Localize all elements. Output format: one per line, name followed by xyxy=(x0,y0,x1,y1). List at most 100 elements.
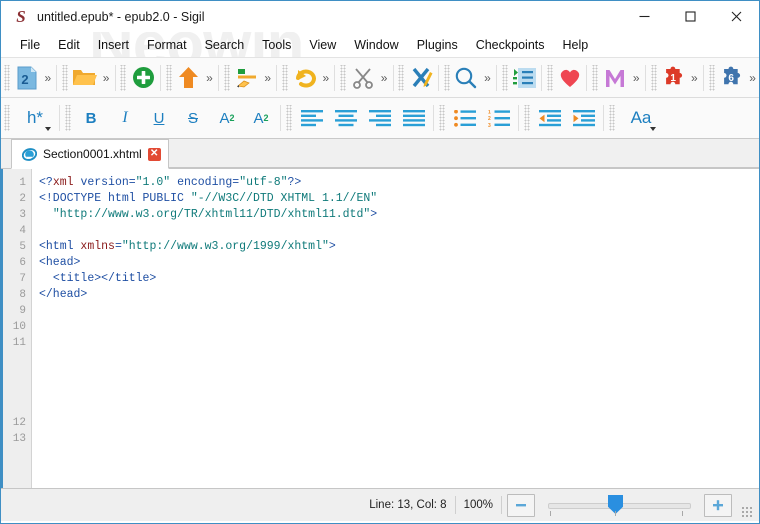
strikethrough-button[interactable]: S xyxy=(176,101,210,135)
overflow-chevron-icon[interactable]: » xyxy=(630,61,643,95)
toolbar-grip[interactable] xyxy=(651,65,657,91)
overflow-chevron-icon[interactable]: » xyxy=(100,61,113,95)
zoom-in-button[interactable] xyxy=(704,494,732,517)
toolbar-separator xyxy=(645,65,646,91)
italic-button[interactable]: I xyxy=(108,101,142,135)
new-epub2-button[interactable]: 2 xyxy=(12,61,41,95)
bold-button[interactable]: B xyxy=(74,101,108,135)
metadata-editor-button[interactable] xyxy=(232,61,261,95)
menu-item-checkpoints[interactable]: Checkpoints xyxy=(467,35,554,55)
open-button[interactable] xyxy=(70,61,99,95)
italic-label: I xyxy=(122,109,127,127)
metadata-m-button[interactable] xyxy=(600,61,629,95)
toolbar-separator xyxy=(541,65,542,91)
subscript-button[interactable]: A2 xyxy=(210,101,244,135)
toolbar-grip[interactable] xyxy=(166,65,172,91)
toolbar-grip[interactable] xyxy=(62,65,68,91)
toolbar-grip[interactable] xyxy=(439,105,446,131)
tab-close-button[interactable]: ✕ xyxy=(148,148,161,161)
heart-button[interactable] xyxy=(555,61,584,95)
bullet-list-button[interactable] xyxy=(448,101,482,135)
add-file-button[interactable] xyxy=(128,61,157,95)
overflow-chevron-icon[interactable]: » xyxy=(41,61,54,95)
zoom-slider[interactable] xyxy=(542,494,697,516)
menu-item-window[interactable]: Window xyxy=(345,35,407,55)
resize-grip[interactable] xyxy=(741,506,753,518)
toolbar-grip[interactable] xyxy=(547,65,553,91)
menu-item-plugins[interactable]: Plugins xyxy=(408,35,467,55)
overflow-chevron-icon[interactable]: » xyxy=(319,61,332,95)
heading-select[interactable]: h* xyxy=(13,101,57,135)
maximize-icon[interactable] xyxy=(667,1,713,32)
save-button[interactable] xyxy=(174,61,203,95)
minimize-icon[interactable] xyxy=(621,1,667,32)
code-token: </head> xyxy=(39,288,87,301)
change-case-button[interactable]: Aa xyxy=(618,101,664,135)
line-number: 13 xyxy=(1,431,31,447)
line-number-gutter: 1 2 3 4 5 6 7 8 9 10 11 12 13 xyxy=(1,169,32,488)
toolbar-separator xyxy=(56,65,57,91)
toolbar-grip[interactable] xyxy=(398,65,404,91)
overflow-chevron-icon[interactable]: » xyxy=(203,61,216,95)
toolbar-grip[interactable] xyxy=(224,65,230,91)
indent-button[interactable] xyxy=(567,101,601,135)
align-center-button[interactable] xyxy=(329,101,363,135)
menu-item-help[interactable]: Help xyxy=(554,35,598,55)
superscript-button[interactable]: A2 xyxy=(244,101,278,135)
overflow-chevron-icon[interactable]: » xyxy=(481,61,494,95)
align-right-button[interactable] xyxy=(363,101,397,135)
menu-item-tools[interactable]: Tools xyxy=(253,35,300,55)
align-justify-button[interactable] xyxy=(397,101,431,135)
toolbar-grip[interactable] xyxy=(502,65,508,91)
overflow-chevron-icon[interactable]: » xyxy=(261,61,274,95)
plugin-6-button[interactable]: 6 xyxy=(717,61,746,95)
code-editor[interactable]: 1 2 3 4 5 6 7 8 9 10 11 12 13 <?xml vers… xyxy=(1,169,759,489)
overflow-chevron-icon[interactable]: » xyxy=(688,61,701,95)
spellcheck-button[interactable] xyxy=(406,61,435,95)
numbered-list-button[interactable]: 1 2 3 xyxy=(482,101,516,135)
close-icon[interactable] xyxy=(713,1,759,32)
menu-item-insert[interactable]: Insert xyxy=(89,35,138,55)
undo-button[interactable] xyxy=(290,61,319,95)
code-token: xmlns xyxy=(80,240,115,253)
toolbar-grip[interactable] xyxy=(340,65,346,91)
align-left-button[interactable] xyxy=(295,101,329,135)
toolbar-grip[interactable] xyxy=(4,65,10,91)
code-token: <? xyxy=(39,176,53,189)
cursor-position: Line: 13, Col: 8 xyxy=(361,495,454,515)
toolbar-grip[interactable] xyxy=(709,65,715,91)
overflow-chevron-icon[interactable]: » xyxy=(746,61,759,95)
find-replace-button[interactable] xyxy=(452,61,481,95)
toolbar-grip[interactable] xyxy=(609,105,616,131)
underline-label: U xyxy=(154,110,165,127)
menu-item-edit[interactable]: Edit xyxy=(49,35,89,55)
zoom-out-button[interactable] xyxy=(507,494,535,517)
toc-button[interactable] xyxy=(510,61,539,95)
tab-section0001[interactable]: Section0001.xhtml ✕ xyxy=(11,139,169,169)
code-line: <!DOCTYPE html PUBLIC "-//W3C//DTD XHTML… xyxy=(39,191,759,207)
outdent-button[interactable] xyxy=(533,101,567,135)
toolbar-separator xyxy=(586,65,587,91)
menu-item-view[interactable]: View xyxy=(300,35,345,55)
cut-button[interactable] xyxy=(348,61,377,95)
toolbar-grip[interactable] xyxy=(4,105,11,131)
menu-item-search[interactable]: Search xyxy=(196,35,254,55)
toolbar-separator xyxy=(393,65,394,91)
menu-item-format[interactable]: Format xyxy=(138,35,196,55)
tab-bar: Section0001.xhtml ✕ xyxy=(1,139,759,169)
underline-button[interactable]: U xyxy=(142,101,176,135)
bold-label: B xyxy=(86,110,97,127)
toolbar-grip[interactable] xyxy=(592,65,598,91)
code-text-area[interactable]: <?xml version="1.0" encoding="utf-8"?><!… xyxy=(32,169,759,488)
toolbar-grip[interactable] xyxy=(524,105,531,131)
plugin-1-button[interactable]: 1 xyxy=(659,61,688,95)
overflow-chevron-icon[interactable]: » xyxy=(378,61,391,95)
toolbar-grip[interactable] xyxy=(286,105,293,131)
window-controls xyxy=(621,1,759,32)
line-number: 2 xyxy=(1,191,31,207)
menu-item-file[interactable]: File xyxy=(11,35,49,55)
toolbar-grip[interactable] xyxy=(65,105,72,131)
toolbar-grip[interactable] xyxy=(120,65,126,91)
toolbar-grip[interactable] xyxy=(282,65,288,91)
toolbar-grip[interactable] xyxy=(444,65,450,91)
